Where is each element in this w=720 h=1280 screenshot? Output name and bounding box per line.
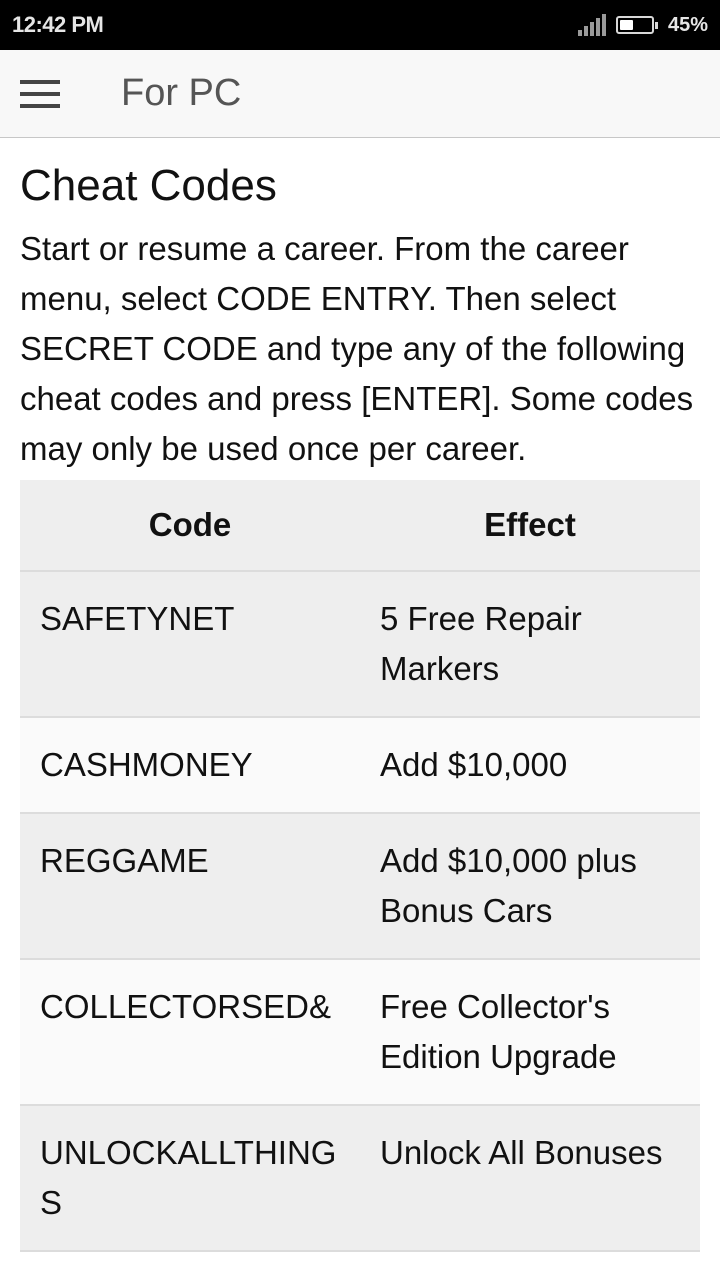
effect-cell: 5 Free Repair Markers: [360, 571, 700, 718]
table-row: SAFETYNET 5 Free Repair Markers: [20, 571, 700, 718]
battery-icon: [615, 16, 658, 34]
table-row: CASHMONEY Add $10,000: [20, 717, 700, 814]
cellular-signal-icon: [577, 14, 606, 36]
battery-fill: [619, 20, 634, 30]
effect-cell: Free Collector's Edition Upgrade: [360, 959, 700, 1106]
effect-cell: Add $10,000 plus Bonus Cars: [360, 813, 700, 960]
app-bar-title: For PC: [121, 72, 242, 114]
table-header-row: Code Effect: [20, 480, 700, 572]
status-time: 12:42 PM: [12, 12, 104, 37]
page-heading: Cheat Codes: [20, 161, 277, 210]
code-cell: CASHMONEY: [20, 717, 360, 814]
status-indicators: 45%: [577, 13, 708, 37]
effect-cell: Unlock All Bonuses: [360, 1105, 700, 1252]
battery-percent: 45%: [667, 13, 708, 36]
main-content: Cheat Codes Start or resume a career. Fr…: [0, 161, 720, 1252]
cheat-codes-table: Code Effect SAFETYNET 5 Free Repair Mark…: [20, 480, 700, 1252]
table-row: COLLECTORSED& Free Collector's Edition U…: [20, 959, 700, 1106]
app-bar: For PC: [0, 50, 720, 138]
code-cell: COLLECTORSED&: [20, 959, 360, 1106]
code-cell: UNLOCKALLTHINGS: [20, 1105, 360, 1252]
table-row: REGGAME Add $10,000 plus Bonus Cars: [20, 813, 700, 960]
table-row: UNLOCKALLTHINGS Unlock All Bonuses: [20, 1105, 700, 1252]
status-bar: 12:42 PM 45%: [0, 0, 720, 50]
effect-cell: Add $10,000: [360, 717, 700, 814]
intro-paragraph: Start or resume a career. From the caree…: [20, 230, 694, 468]
column-header-effect: Effect: [360, 480, 700, 572]
code-cell: REGGAME: [20, 813, 360, 960]
code-cell: SAFETYNET: [20, 571, 360, 718]
column-header-code: Code: [20, 480, 360, 572]
hamburger-menu-icon[interactable]: [20, 79, 60, 108]
